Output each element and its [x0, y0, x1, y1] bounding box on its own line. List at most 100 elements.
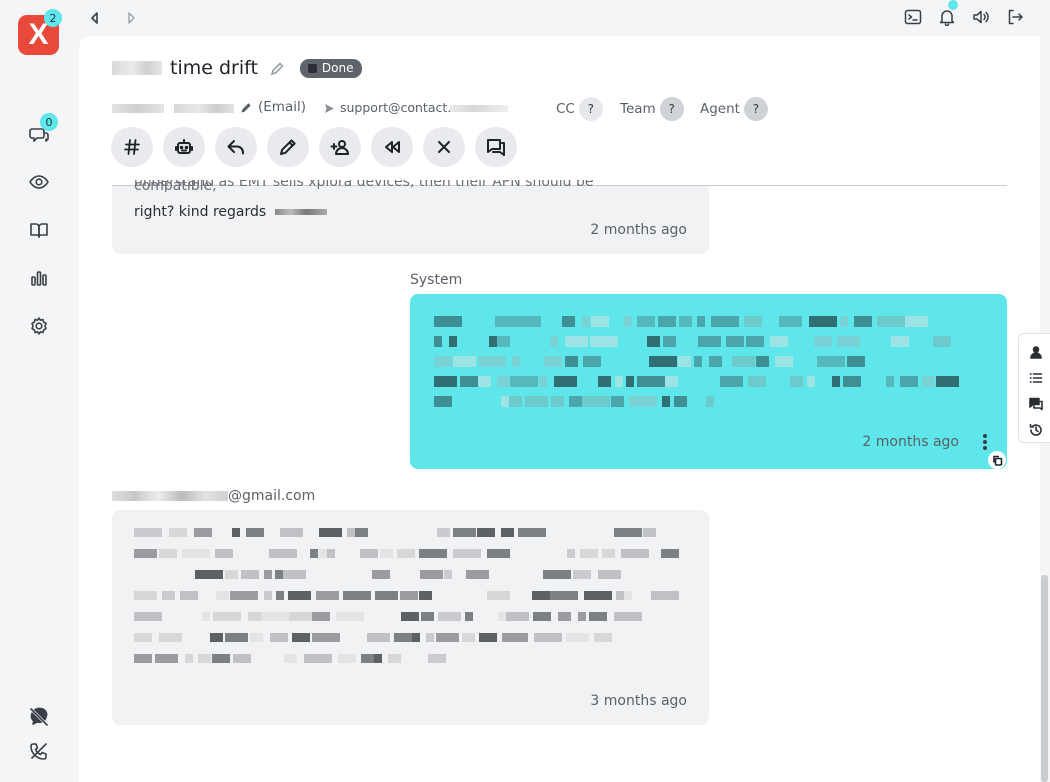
close-ticket-button[interactable] — [423, 127, 465, 167]
redaction-pixel — [134, 591, 157, 600]
message-time: 2 months ago — [862, 434, 959, 450]
redaction-pixel — [312, 633, 340, 642]
sidebar-item-chat-off[interactable] — [28, 706, 50, 728]
redaction-pixel — [544, 356, 562, 367]
redaction-pixel — [134, 654, 152, 663]
person-icon — [1030, 346, 1042, 359]
redacted-signature — [274, 209, 327, 215]
redaction-pixel — [216, 591, 229, 600]
back-arrow-icon[interactable] — [87, 10, 103, 26]
redaction-pixel — [479, 633, 497, 642]
to-address: support@contact. — [340, 100, 452, 115]
redaction-pixel — [726, 336, 744, 347]
redaction-pixel — [198, 654, 211, 663]
redaction-pixel — [532, 591, 550, 600]
redaction-pixel — [453, 549, 481, 558]
redaction-pixel — [744, 316, 762, 327]
copy-icon — [992, 455, 1002, 466]
redaction-pixel — [134, 612, 162, 621]
redaction-pixel — [420, 570, 443, 579]
redaction-pixel — [465, 612, 473, 621]
team-label: Team — [620, 101, 656, 117]
redaction-pixel — [809, 316, 837, 327]
redaction-pixel — [460, 376, 478, 387]
redaction-pixel — [250, 633, 263, 642]
redaction-pixel — [550, 591, 578, 600]
redaction-pixel — [936, 376, 959, 387]
redaction-pixel — [225, 570, 238, 579]
redaction-pixel — [534, 633, 562, 642]
conversations-button[interactable] — [1029, 396, 1043, 411]
sidebar-item-watching[interactable] — [28, 171, 50, 193]
redaction-pixel — [512, 356, 520, 367]
agent-field[interactable]: Agent? — [700, 97, 768, 121]
reply-button[interactable] — [215, 127, 257, 167]
edit-button[interactable] — [267, 127, 309, 167]
redaction-pixel — [616, 591, 624, 600]
ticket-title[interactable]: time drift — [170, 57, 258, 79]
forward-arrow-icon[interactable] — [123, 10, 139, 26]
tags-button[interactable] — [111, 127, 153, 167]
status-badge[interactable]: Done — [299, 58, 362, 78]
history-button[interactable] — [1029, 422, 1043, 436]
redaction-pixel — [584, 591, 612, 600]
redaction-pixel — [487, 591, 510, 600]
sidebar-item-settings[interactable] — [28, 315, 50, 337]
redaction-pixel — [779, 316, 802, 327]
redaction-pixel — [444, 570, 452, 579]
message-text-cutoff: understand as EMT sells xplora devices, … — [134, 180, 594, 192]
close-icon — [438, 141, 450, 153]
redaction-pixel — [185, 654, 193, 663]
redaction-pixel — [905, 316, 928, 327]
redacted-customer-last — [174, 104, 234, 113]
history-icon — [1029, 423, 1042, 436]
redaction-pixel — [347, 528, 355, 537]
app-logo[interactable]: X 2 — [18, 9, 62, 55]
team-field[interactable]: Team? — [620, 97, 684, 121]
bell-icon — [939, 10, 955, 27]
message-time: 3 months ago — [590, 693, 687, 709]
hash-icon — [124, 139, 140, 155]
customer-info-button[interactable] — [1029, 344, 1043, 359]
sidebar-item-knowledge-base[interactable] — [28, 219, 50, 241]
status-square-icon — [307, 63, 317, 73]
redaction-pixel — [900, 376, 918, 387]
sidebar-item-conversations[interactable]: 0 — [28, 113, 58, 146]
redaction-pixel — [582, 396, 610, 407]
copy-button[interactable] — [988, 451, 1006, 469]
scrollbar[interactable] — [1041, 575, 1048, 782]
redaction-pixel — [598, 376, 611, 387]
cc-field[interactable]: CC? — [556, 97, 603, 121]
redaction-pixel — [551, 396, 564, 407]
edit-title-button[interactable] — [270, 61, 284, 76]
agent-value: ? — [743, 97, 768, 121]
notifications-button[interactable] — [938, 0, 958, 28]
logout-button[interactable] — [1006, 8, 1024, 28]
redaction-pixel — [665, 376, 678, 387]
redaction-pixel — [756, 356, 769, 367]
redaction-pixel — [292, 633, 310, 642]
cc-label: CC — [556, 101, 575, 117]
redaction-pixel — [428, 654, 446, 663]
terminal-button[interactable] — [904, 8, 922, 28]
redaction-pixel — [338, 654, 356, 663]
sidebar-item-phone-off[interactable] — [28, 740, 50, 762]
assign-button[interactable] — [319, 127, 361, 167]
redaction-pixel — [233, 654, 251, 663]
details-button[interactable] — [1029, 370, 1043, 384]
redaction-pixel — [518, 528, 546, 537]
rewind-button[interactable] — [371, 127, 413, 167]
ticket-header: time drift Done — [112, 57, 362, 79]
pencil-icon — [280, 139, 296, 155]
conversation-button[interactable] — [475, 127, 517, 167]
sound-button[interactable] — [972, 8, 990, 28]
edit-customer-icon[interactable] — [240, 102, 252, 114]
conversations-badge: 0 — [40, 113, 58, 131]
redaction-pixel — [837, 336, 860, 347]
message-text-line: right? kind regards — [134, 204, 267, 220]
agent-label: Agent — [700, 101, 740, 117]
message-menu-button[interactable] — [983, 434, 987, 450]
redaction-pixel — [210, 633, 223, 642]
bot-button[interactable] — [163, 127, 205, 167]
sidebar-item-reports[interactable] — [28, 267, 50, 289]
